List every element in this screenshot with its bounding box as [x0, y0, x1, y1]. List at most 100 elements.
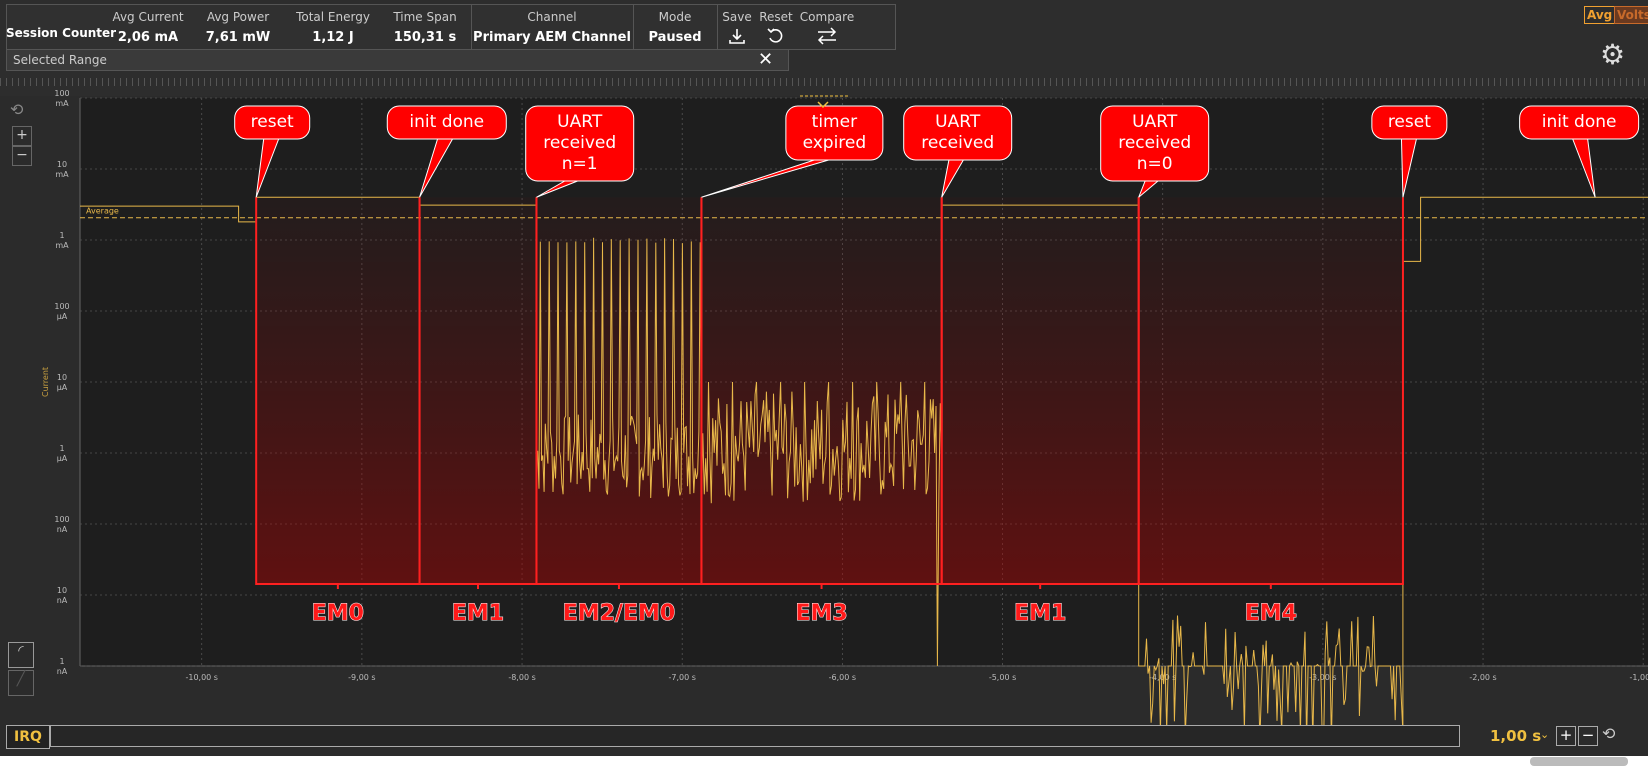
x-tick-label: -10,00 s	[185, 673, 218, 682]
selected-range-label: Selected Range	[13, 53, 107, 67]
y-tick-unit: µA	[57, 454, 68, 463]
y-axis-label: Current	[41, 367, 50, 397]
irq-button[interactable]: IRQ	[6, 725, 50, 749]
time-span-cell: Time Span 150,31 s	[383, 5, 467, 49]
callout-text: expired	[803, 133, 867, 153]
avg-current-label: Avg Current	[112, 10, 184, 24]
y-tick-unit: µA	[57, 383, 68, 392]
callout-text: UART	[1132, 112, 1178, 132]
callout-text: received	[543, 133, 616, 153]
y-tick-unit: mA	[55, 170, 69, 179]
callout-text: init done	[409, 112, 484, 132]
volts-toggle[interactable]: Volts	[1614, 6, 1648, 24]
save-button[interactable]: Save	[719, 5, 755, 49]
total-energy-cell: Total Energy 1,12 J	[287, 5, 379, 49]
x-tick-label: -6,00 s	[829, 673, 856, 682]
x-tick-label: -8,00 s	[508, 673, 535, 682]
y-tick-label: 100	[54, 302, 69, 311]
channel-cell[interactable]: Channel Primary AEM Channel	[471, 5, 633, 49]
toolbar: Avg Current 2,06 mA Avg Power 7,61 mW To…	[0, 0, 1648, 96]
selected-range-bar[interactable]: Selected Range	[6, 49, 789, 71]
region-shade	[419, 197, 537, 585]
total-energy-value: 1,12 J	[312, 30, 354, 45]
y-tick-unit: mA	[55, 241, 69, 250]
undo-icon	[755, 26, 797, 50]
region-label: EM2/EM0	[563, 601, 676, 626]
callout-text: received	[1118, 133, 1191, 153]
callout-text: timer	[812, 112, 857, 132]
callout-text: n=0	[1137, 154, 1173, 174]
y-tick-unit: nA	[57, 667, 68, 676]
x-tick-label: -1,00 s	[1629, 673, 1648, 682]
y-tick-label: 1	[59, 657, 64, 666]
avg-power-cell: Avg Power 7,61 mW	[197, 5, 279, 49]
chevron-down-icon[interactable]: ⌄	[1540, 728, 1549, 741]
time-ruler	[0, 78, 1648, 86]
callout-text: reset	[251, 112, 294, 132]
time-span-label: Time Span	[393, 10, 457, 24]
callout-text: UART	[557, 112, 603, 132]
y-tick-unit: nA	[57, 525, 68, 534]
compare-button[interactable]: Compare	[797, 5, 857, 49]
x-tick-label: -2,00 s	[1469, 673, 1496, 682]
avg-current-value: 2,06 mA	[117, 30, 179, 45]
y-tick-unit: mA	[55, 99, 69, 108]
y-tick-unit: nA	[57, 596, 68, 605]
callout-text: init done	[1542, 112, 1617, 132]
x-tick-label: -9,00 s	[348, 673, 375, 682]
region-shade	[941, 197, 1139, 585]
mode-value[interactable]: Paused	[633, 30, 717, 45]
current-chart[interactable]: 100mA10mA1mA100µA10µA1µA100nA10nA1nA-10,…	[0, 86, 1648, 726]
reset-label: Reset	[759, 10, 793, 24]
time-zoom-out-button[interactable]: −	[1578, 726, 1598, 746]
reset-button[interactable]: Reset	[755, 5, 797, 49]
close-icon[interactable]: ✕	[758, 49, 773, 70]
channel-value[interactable]: Primary AEM Channel	[471, 30, 633, 45]
compare-label: Compare	[799, 10, 855, 24]
time-scale-select[interactable]: 1,00 s	[1490, 727, 1541, 745]
callout-text: reset	[1388, 112, 1431, 132]
mode-cell[interactable]: Mode Paused	[633, 5, 717, 49]
avg-current-cell: Avg Current 2,06 mA	[107, 5, 189, 49]
region-label: EM4	[1245, 601, 1297, 626]
callout-text: UART	[935, 112, 981, 132]
avg-power-value: 7,61 mW	[205, 30, 271, 45]
gear-icon[interactable]: ⚙	[1600, 38, 1625, 71]
region-label: EM3	[795, 601, 847, 626]
save-label: Save	[722, 10, 752, 24]
region-label: EM1	[452, 601, 504, 626]
region-shade	[256, 197, 420, 585]
channel-label: Channel	[527, 10, 577, 24]
y-tick-label: 10	[57, 373, 67, 382]
region-label: EM0	[312, 601, 364, 626]
y-tick-label: 100	[54, 515, 69, 524]
total-energy-label: Total Energy	[296, 10, 370, 24]
avg-toggle[interactable]: Avg	[1584, 6, 1616, 24]
avg-power-label: Avg Power	[206, 10, 270, 24]
y-tick-label: 10	[57, 586, 67, 595]
region-label: EM1	[1014, 601, 1066, 626]
separator	[717, 5, 718, 49]
y-tick-label: 100	[54, 89, 69, 98]
download-icon	[719, 26, 755, 50]
mode-label: Mode	[658, 10, 692, 24]
compare-arrows-icon	[797, 26, 857, 50]
time-span-value: 150,31 s	[393, 30, 457, 45]
scrollbar-thumb[interactable]	[1530, 757, 1628, 766]
callout-text: n=1	[562, 154, 598, 174]
irq-timeline	[50, 725, 1460, 747]
session-counter-label: Session Counter	[6, 26, 117, 40]
y-tick-label: 1	[59, 231, 64, 240]
region-shade	[701, 197, 942, 585]
time-zoom-in-button[interactable]: +	[1556, 726, 1576, 746]
y-tick-label: 1	[59, 444, 64, 453]
horizontal-scrollbar[interactable]	[0, 756, 1648, 768]
callout-text: received	[921, 133, 994, 153]
counter-panel: Avg Current 2,06 mA Avg Power 7,61 mW To…	[6, 4, 896, 50]
x-tick-label: -5,00 s	[989, 673, 1016, 682]
region-shade	[1138, 197, 1403, 585]
reset-zoom-icon[interactable]: ⟲	[1602, 724, 1615, 743]
x-tick-label: -7,00 s	[669, 673, 696, 682]
y-tick-unit: µA	[57, 312, 68, 321]
average-label: Average	[86, 207, 119, 216]
